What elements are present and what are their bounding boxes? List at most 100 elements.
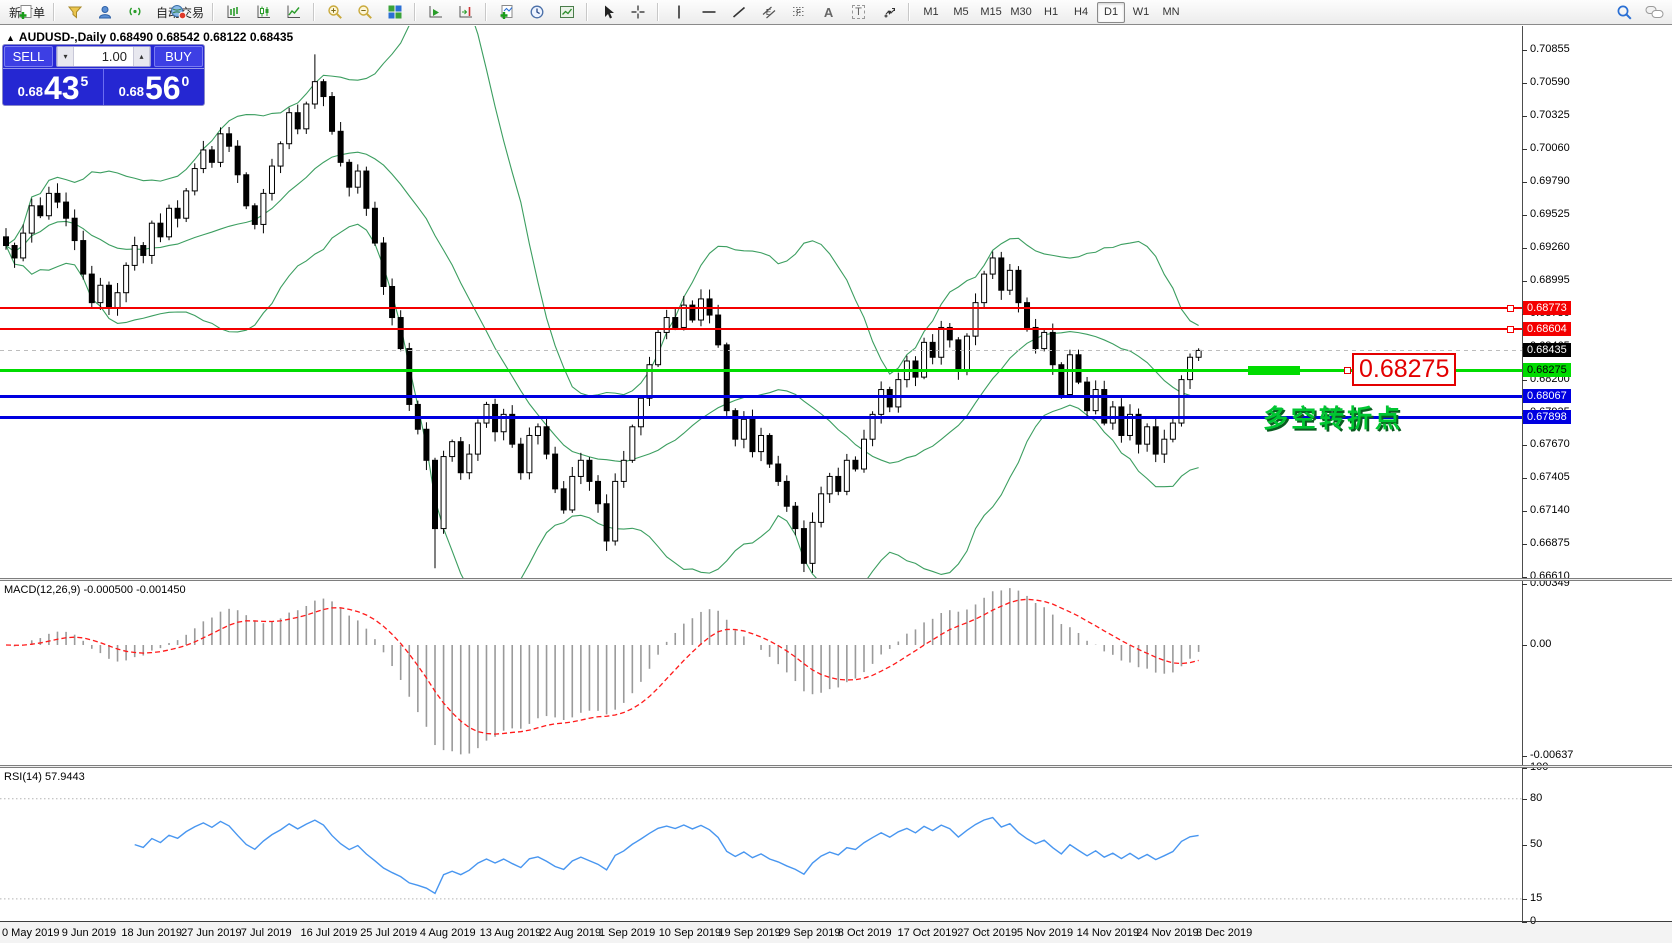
tile-windows-button[interactable] [380,1,409,24]
candle [1145,423,1150,451]
tab-timeframe-m1[interactable]: M1 [917,2,945,23]
candle [46,187,51,220]
tile-windows-icon [387,4,403,20]
candle [1033,319,1038,354]
candle [347,159,352,196]
tab-timeframe-d1[interactable]: D1 [1097,2,1125,23]
horizontal-line-object[interactable] [0,307,1522,309]
macd-pane-canvas[interactable] [0,581,1522,765]
volume-input[interactable] [74,47,133,66]
arrows-icon [882,4,896,20]
date-axis-label: 16 Jul 2019 [301,927,358,939]
tab-timeframe-m15[interactable]: M15 [977,2,1005,23]
price-tick [1522,116,1527,117]
candle [321,79,326,106]
main-chart-canvas[interactable] [0,26,1522,578]
line-chart-button[interactable] [279,1,308,24]
horizontal-line-object[interactable] [0,395,1522,398]
auto-scroll-button[interactable] [421,1,450,24]
candle [312,54,317,109]
bar-chart-button[interactable] [219,1,248,24]
price-tick [1522,50,1527,51]
profile-button[interactable] [90,1,119,24]
periods-button[interactable]: ▾ [522,1,551,24]
rsi-pane-canvas[interactable] [0,768,1522,922]
horizontal-line-button[interactable] [694,1,723,24]
search-button[interactable] [1610,1,1639,24]
candle [853,456,858,471]
tab-timeframe-m30[interactable]: M30 [1007,2,1035,23]
tab-timeframe-h1[interactable]: H1 [1037,2,1065,23]
tab-timeframe-h4[interactable]: H4 [1067,2,1095,23]
callout-anchor-marker[interactable] [1344,367,1351,374]
text-button[interactable]: A [814,1,843,24]
line-endpoint-marker[interactable] [1507,326,1514,333]
line-price-label: 0.68435 [1523,343,1571,357]
candle [149,221,154,264]
candle [21,225,26,262]
arrows-button[interactable]: ▾ [874,1,903,24]
templates-button[interactable]: ▾ [552,1,581,24]
candle [209,146,214,168]
candle [1059,362,1064,399]
date-axis-label: 5 Nov 2019 [1017,927,1073,939]
zoom-in-button[interactable] [320,1,349,24]
zoom-out-button[interactable] [350,1,379,24]
tab-timeframe-m5[interactable]: M5 [947,2,975,23]
volume-decrease-button[interactable]: ▾ [57,47,74,66]
new-order-button[interactable]: 新订单 [3,1,48,24]
trendline-button[interactable] [724,1,753,24]
sell-price[interactable]: 0.68435 [3,69,103,106]
buy-button[interactable]: BUY [154,46,203,67]
price-tick [1522,149,1527,150]
date-axis-label: 27 Jun 2019 [181,927,242,939]
bar-chart-icon [226,4,242,20]
bid-price-line[interactable] [0,350,1522,351]
date-axis-label: 13 Aug 2019 [480,927,542,939]
candlestick-chart-button[interactable] [249,1,278,24]
funnel-button[interactable] [60,1,89,24]
chinese-annotation[interactable]: 多空转折点 [1263,399,1403,435]
vertical-line-button[interactable] [664,1,693,24]
buy-price[interactable]: 0.68560 [104,69,204,106]
line-price-label: 0.68067 [1523,389,1571,403]
signal-icon [127,4,143,20]
candle [72,209,77,250]
price-tick [1522,248,1527,249]
price-callout-label[interactable]: 0.68275 [1352,353,1456,386]
cursor-button[interactable] [593,1,622,24]
zoom-in-icon [327,4,343,20]
clock-icon [529,4,545,20]
auto-trading-button[interactable]: 自动交易 [150,1,207,24]
candle [544,418,549,459]
sell-button[interactable]: SELL [4,46,53,67]
macd-axis-tick [1522,584,1527,585]
rsi-pane-separator[interactable] [0,765,1672,768]
candle [227,127,232,152]
green-line-handle[interactable] [1248,366,1300,375]
channel-button[interactable]: E [754,1,783,24]
candle [458,437,463,480]
template-icon [559,4,575,20]
candle [184,188,189,222]
crosshair-button[interactable] [623,1,652,24]
trendline-icon [731,4,747,20]
label-button[interactable]: T [844,1,873,24]
signal-button[interactable] [120,1,149,24]
tab-timeframe-w1[interactable]: W1 [1127,2,1155,23]
candle [372,202,377,246]
volume-increase-button[interactable]: ▴ [133,47,150,66]
sell-button-label: SELL [13,49,45,64]
fibonacci-button[interactable]: F [784,1,813,24]
rsi-axis-tick [1522,768,1527,769]
chat-button[interactable] [1640,1,1669,24]
macd-pane-separator[interactable] [0,578,1672,581]
line-endpoint-marker[interactable] [1507,305,1514,312]
indicators-button[interactable]: ▾ [492,1,521,24]
tab-timeframe-mn[interactable]: MN [1157,2,1185,23]
symbol-marker-icon: ▲ [6,33,15,43]
candle [89,266,94,307]
horizontal-line-object[interactable] [0,328,1522,330]
candle [287,108,292,149]
chart-shift-button[interactable] [451,1,480,24]
